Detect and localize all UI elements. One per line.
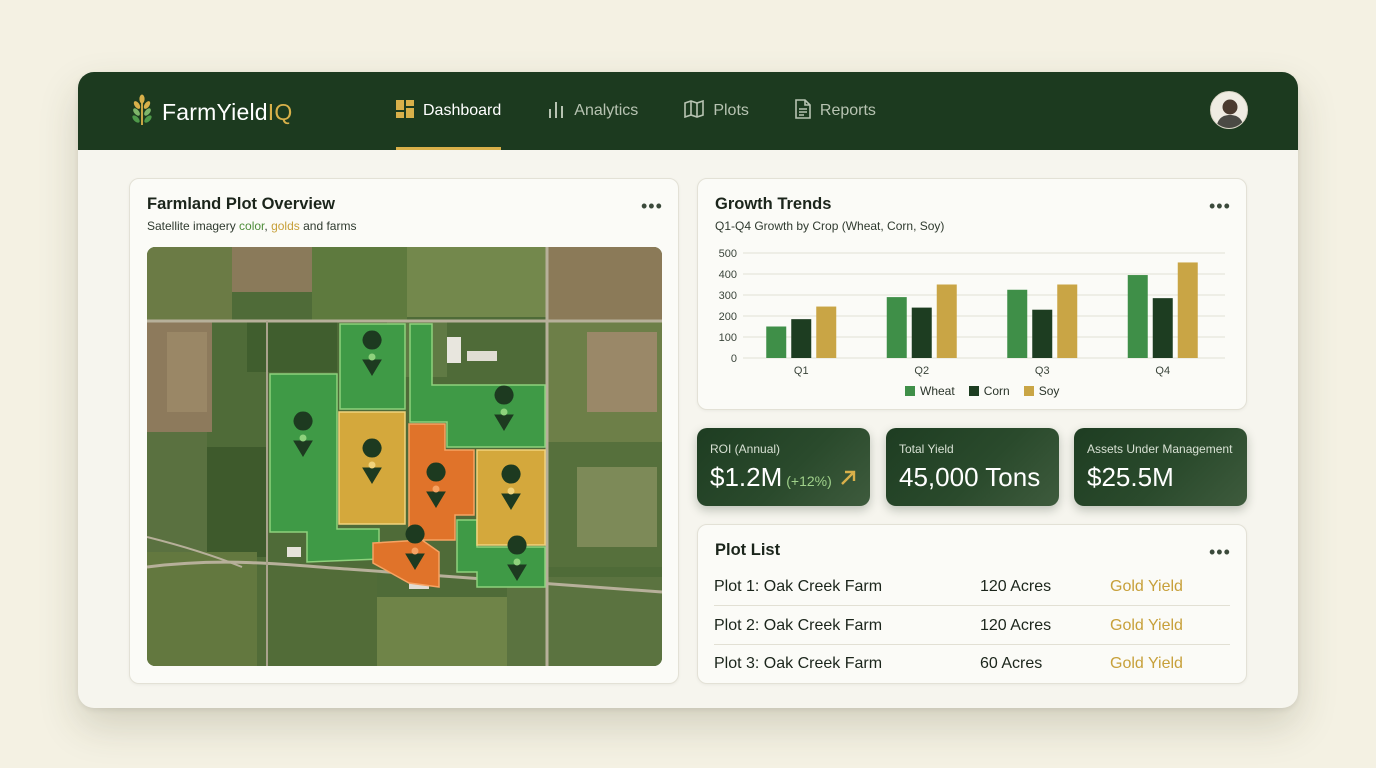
- stat-value: $1.2M (+12%): [710, 462, 857, 493]
- table-row[interactable]: Plot 3: Oak Creek Farm 60 Acres Gold Yie…: [714, 645, 1230, 683]
- bar-soy-q3: [1057, 284, 1078, 358]
- document-icon: [795, 98, 811, 124]
- x-tick-label: Q1: [794, 365, 809, 377]
- bar-soy-q1: [816, 306, 837, 358]
- map-icon: [684, 99, 705, 123]
- y-tick-label: 200: [719, 311, 737, 323]
- y-tick-label: 0: [731, 353, 737, 365]
- brand-name: FarmYieldIQ: [162, 99, 292, 126]
- nav-item-label: Reports: [819, 102, 876, 119]
- more-options-icon[interactable]: •••: [1209, 197, 1231, 215]
- satellite-map[interactable]: [147, 247, 662, 666]
- plot-overview-card: Farmland Plot Overview Satellite imagery…: [129, 178, 679, 684]
- legend-swatch: [905, 386, 915, 396]
- plot-list-title: Plot List: [715, 541, 781, 559]
- plot-acres: 120 Acres: [980, 617, 1052, 634]
- user-avatar[interactable]: [1210, 91, 1248, 129]
- plot-overview-subtitle: Satellite imagery color, golds and farms: [147, 219, 356, 233]
- table-row[interactable]: Plot 1: Oak Creek Farm 120 Acres Gold Yi…: [714, 568, 1230, 606]
- stat-label: Assets Under Management: [1087, 442, 1233, 456]
- dashboard-grid-icon: [396, 99, 414, 123]
- nav-item-plots[interactable]: Plots: [684, 72, 749, 150]
- subtitle-golds-word: golds: [271, 219, 300, 233]
- legend-item-soy: Soy: [1023, 384, 1060, 398]
- subtitle-suffix: and farms: [299, 219, 357, 233]
- legend-item-wheat: Wheat: [905, 384, 955, 398]
- legend-label: Corn: [983, 384, 1010, 398]
- subtitle-color-word: color: [239, 219, 265, 233]
- top-navigation-bar: FarmYieldIQ Dashboard Analytics Plots Re…: [78, 72, 1298, 150]
- nav-item-dashboard[interactable]: Dashboard: [396, 72, 502, 150]
- stat-value: $25.5M: [1087, 462, 1174, 492]
- nav-item-label: Analytics: [574, 102, 639, 119]
- bar-chart-icon: [547, 100, 565, 123]
- legend-label: Soy: [1038, 384, 1060, 398]
- bar-wheat-q2: [886, 297, 907, 358]
- more-options-icon[interactable]: •••: [1209, 543, 1231, 561]
- bar-wheat-q4: [1127, 275, 1148, 358]
- x-tick-label: Q3: [1035, 365, 1050, 377]
- stat-card-total-yield[interactable]: Total Yield 45,000 Tons: [886, 428, 1059, 506]
- bar-corn-q4: [1152, 298, 1173, 358]
- brand[interactable]: FarmYieldIQ: [128, 94, 292, 131]
- stat-value-text: $1.2M: [710, 462, 783, 492]
- chart-legend: Wheat Corn Soy: [905, 384, 1059, 398]
- stat-delta: (+12%): [786, 473, 832, 489]
- stat-label: Total Yield: [899, 442, 954, 456]
- stat-label: ROI (Annual): [710, 442, 781, 456]
- growth-trends-subtitle: Q1-Q4 Growth by Crop (Wheat, Corn, Soy): [715, 219, 945, 233]
- bar-wheat-q1: [766, 326, 787, 358]
- bar-corn-q1: [791, 319, 812, 358]
- nav-item-label: Dashboard: [423, 102, 502, 119]
- plot-yield: Gold Yield: [1110, 655, 1183, 672]
- stat-value: 45,000 Tons: [899, 462, 1041, 492]
- stat-card-roi[interactable]: ROI (Annual) $1.2M (+12%): [697, 428, 870, 506]
- wheat-logo-icon: [128, 94, 156, 131]
- brand-name-suffix: IQ: [267, 99, 293, 125]
- more-options-icon[interactable]: •••: [641, 197, 663, 215]
- y-tick-label: 100: [719, 332, 737, 344]
- bar-soy-q2: [936, 284, 957, 358]
- nav-item-analytics[interactable]: Analytics: [547, 72, 638, 150]
- stat-card-aum[interactable]: Assets Under Management $25.5M: [1074, 428, 1247, 506]
- y-tick-label: 500: [719, 248, 737, 260]
- trend-up-arrow-icon: [839, 462, 857, 492]
- nav-item-label: Plots: [713, 102, 749, 119]
- plot-name: Plot 2: Oak Creek Farm: [714, 617, 883, 634]
- plot-overview-title: Farmland Plot Overview: [147, 195, 335, 213]
- brand-name-prefix: FarmYield: [162, 99, 268, 125]
- plot-list-card: Plot List ••• Plot 1: Oak Creek Farm 120…: [697, 524, 1247, 684]
- subtitle-prefix: Satellite imagery: [147, 219, 240, 233]
- bar-soy-q4: [1177, 262, 1198, 358]
- main-nav: Dashboard Analytics Plots Reports: [396, 72, 922, 150]
- legend-swatch: [968, 386, 979, 396]
- plot-acres: 60 Acres: [980, 655, 1043, 672]
- growth-bar-chart: 0 100 200 300 400 500 Q1 Q2 Q3 Q4: [719, 248, 1225, 377]
- plot-yield: Gold Yield: [1110, 617, 1183, 634]
- legend-swatch: [1023, 386, 1034, 396]
- app-window: FarmYieldIQ Dashboard Analytics Plots Re…: [78, 72, 1298, 708]
- y-tick-label: 300: [719, 290, 737, 302]
- growth-trends-card: Growth Trends Q1-Q4 Growth by Crop (Whea…: [697, 178, 1247, 410]
- nav-item-reports[interactable]: Reports: [795, 72, 876, 150]
- y-tick-label: 400: [719, 269, 737, 281]
- bar-corn-q2: [911, 307, 932, 358]
- x-tick-label: Q4: [1155, 365, 1170, 377]
- plot-acres: 120 Acres: [980, 578, 1052, 595]
- x-tick-label: Q2: [914, 365, 929, 377]
- plot-name: Plot 1: Oak Creek Farm: [714, 578, 883, 595]
- growth-trends-title: Growth Trends: [715, 195, 832, 213]
- legend-label: Wheat: [920, 384, 955, 398]
- plot-name: Plot 3: Oak Creek Farm: [714, 655, 883, 672]
- table-row[interactable]: Plot 2: Oak Creek Farm 120 Acres Gold Yi…: [714, 607, 1230, 645]
- bar-wheat-q3: [1007, 289, 1028, 358]
- legend-item-corn: Corn: [968, 384, 1010, 398]
- bar-corn-q3: [1032, 309, 1053, 358]
- plot-yield: Gold Yield: [1110, 578, 1183, 595]
